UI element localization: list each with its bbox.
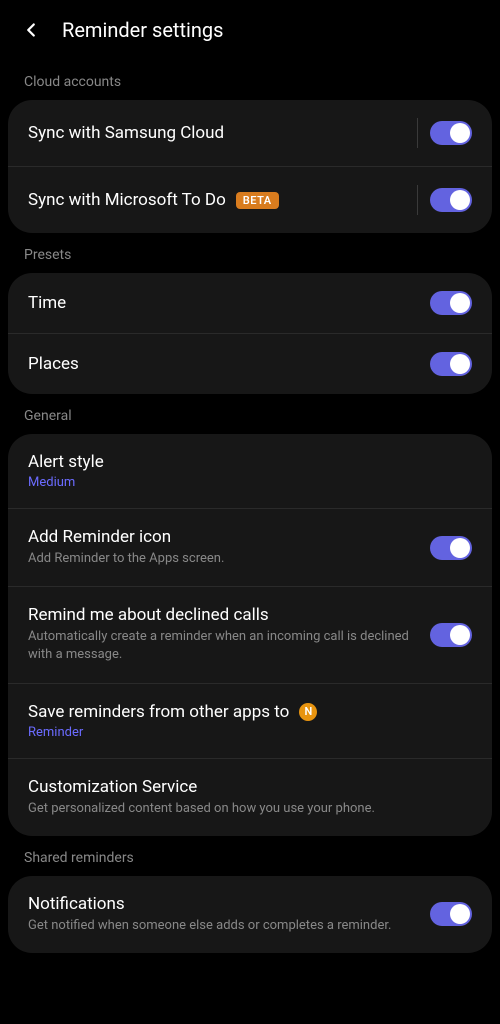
time-toggle[interactable] <box>430 291 472 315</box>
header: Reminder settings <box>0 0 500 60</box>
customization-subtitle: Get personalized content based on how yo… <box>28 800 472 818</box>
sync-samsung-label: Sync with Samsung Cloud <box>28 123 417 143</box>
page-title: Reminder settings <box>62 18 223 42</box>
places-toggle[interactable] <box>430 352 472 376</box>
section-header-shared: Shared reminders <box>0 836 500 876</box>
places-label: Places <box>28 354 430 374</box>
beta-badge: BETA <box>236 192 279 209</box>
back-icon[interactable] <box>20 19 42 41</box>
declined-calls-row[interactable]: Remind me about declined calls Automatic… <box>8 586 492 682</box>
declined-calls-toggle[interactable] <box>430 623 472 647</box>
sync-samsung-row[interactable]: Sync with Samsung Cloud <box>8 100 492 166</box>
save-from-value: Reminder <box>28 725 472 740</box>
alert-style-row[interactable]: Alert style Medium <box>8 434 492 508</box>
add-icon-label: Add Reminder icon <box>28 527 430 547</box>
section-cloud: Sync with Samsung Cloud Sync with Micros… <box>8 100 492 233</box>
section-shared: Notifications Get notified when someone … <box>8 876 492 953</box>
notifications-toggle[interactable] <box>430 902 472 926</box>
save-from-row[interactable]: Save reminders from other apps to N Remi… <box>8 683 492 758</box>
divider <box>417 118 418 148</box>
add-icon-subtitle: Add Reminder to the Apps screen. <box>28 550 430 568</box>
customization-row[interactable]: Customization Service Get personalized c… <box>8 758 492 836</box>
declined-calls-subtitle: Automatically create a reminder when an … <box>28 628 430 664</box>
new-badge: N <box>299 703 317 721</box>
sync-samsung-toggle[interactable] <box>430 121 472 145</box>
sync-microsoft-row[interactable]: Sync with Microsoft To Do BETA <box>8 166 492 233</box>
section-presets: Time Places <box>8 273 492 394</box>
notifications-subtitle: Get notified when someone else adds or c… <box>28 917 430 935</box>
sync-microsoft-toggle[interactable] <box>430 188 472 212</box>
time-label: Time <box>28 293 430 313</box>
time-row[interactable]: Time <box>8 273 492 333</box>
places-row[interactable]: Places <box>8 333 492 394</box>
notifications-row[interactable]: Notifications Get notified when someone … <box>8 876 492 953</box>
alert-style-value: Medium <box>28 475 472 490</box>
divider <box>417 185 418 215</box>
notifications-label: Notifications <box>28 894 430 914</box>
declined-calls-label: Remind me about declined calls <box>28 605 430 625</box>
add-icon-row[interactable]: Add Reminder icon Add Reminder to the Ap… <box>8 508 492 586</box>
section-header-presets: Presets <box>0 233 500 273</box>
save-from-label: Save reminders from other apps to N <box>28 702 472 722</box>
section-general: Alert style Medium Add Reminder icon Add… <box>8 434 492 836</box>
customization-label: Customization Service <box>28 777 472 797</box>
section-header-general: General <box>0 394 500 434</box>
section-header-cloud: Cloud accounts <box>0 60 500 100</box>
alert-style-label: Alert style <box>28 452 472 472</box>
add-icon-toggle[interactable] <box>430 536 472 560</box>
sync-microsoft-label: Sync with Microsoft To Do BETA <box>28 190 417 210</box>
